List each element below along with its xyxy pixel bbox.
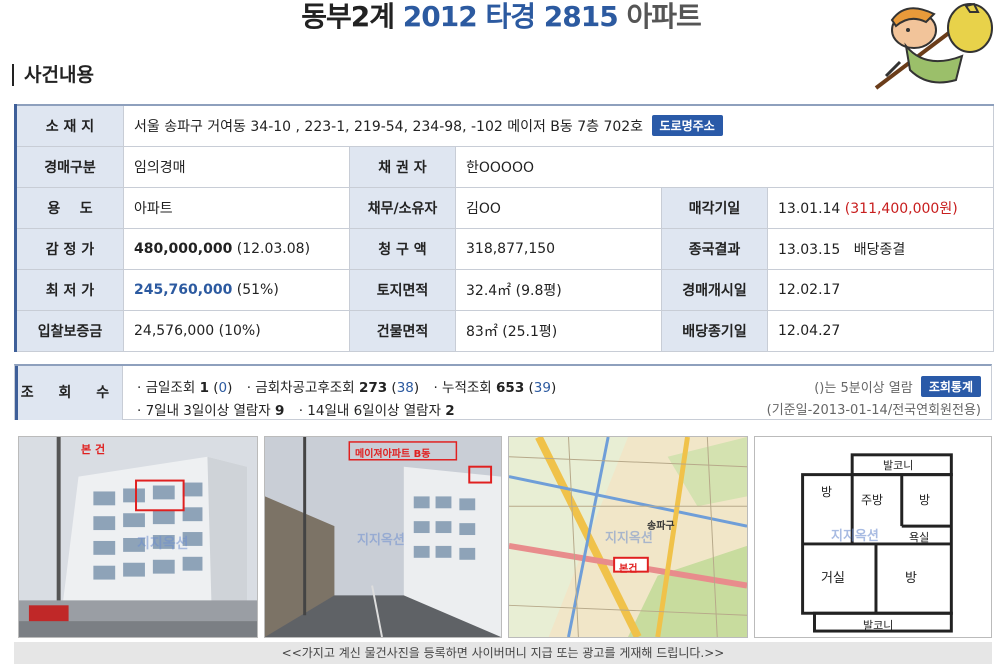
week-viewers: · 7일내 3일이상 열람자 9: [137, 403, 284, 419]
usage-label: 용 도: [14, 186, 124, 229]
view-stats-line-2: · 7일내 3일이상 열람자 9 · 14일내 6일이상 열람자 2: [137, 399, 465, 419]
traveler-mascot-icon: [866, 0, 994, 92]
sale-date-cell: 13.01.14 (311,400,000원): [766, 186, 995, 229]
dividend-deadline-value: 12.04.27: [766, 309, 995, 352]
minimum-price-cell: 245,760,000 (51%): [123, 268, 350, 311]
watermark-logo: 지지옥션: [137, 536, 189, 552]
after-notice-views: · 금회차공고후조회 273 (38): [246, 380, 420, 396]
table-row: 용 도 아파트 채무/소유자 김OO 매각기일 13.01.14 (311,40…: [14, 186, 995, 229]
photo2-label: 메이져아파트 B동: [355, 449, 431, 460]
auction-type-value: 임의경매: [123, 145, 350, 188]
map-label: 본건: [619, 564, 638, 575]
land-area-value: 32.4㎡ (9.8평): [455, 268, 662, 311]
debtor-value: 김OO: [455, 186, 662, 229]
view-note-row: ()는 5분이상 열람 조회통계: [814, 376, 981, 397]
after-notice-count: 273: [358, 380, 388, 396]
minimum-price-label: 최 저 가: [14, 268, 124, 311]
photo-upload-notice[interactable]: <<가지고 계신 물건사진을 등록하면 사이버머니 지급 또는 광고를 게재해 …: [14, 642, 992, 664]
case-info-table: 소 재 지 서울 송파구 거여동 34-10 , 223-1, 219-54, …: [14, 104, 995, 352]
final-result-value: 13.03.15 배당종결: [766, 227, 995, 270]
twoweek-viewers-label: · 14일내 6일이상 열람자: [298, 403, 441, 419]
floor-balcony-top: 발코니: [883, 459, 914, 472]
total-views-count: 653: [496, 380, 525, 396]
total-views-sub: 39: [533, 380, 551, 396]
twoweek-viewers: · 14일내 6일이상 열람자 2: [299, 403, 455, 419]
floor-room-2: 방: [919, 493, 931, 507]
appraisal-cell: 480,000,000 (12.03.08): [123, 227, 350, 270]
appraisal-amount: 480,000,000: [134, 240, 233, 257]
building-photo-2[interactable]: 메이져아파트 B동 지지옥션: [264, 436, 502, 638]
floor-kitchen: 주방: [861, 493, 884, 507]
location-label: 소 재 지: [14, 104, 124, 147]
dividend-deadline-label: 배당종기일: [661, 309, 768, 352]
claim-label: 청 구 액: [349, 227, 456, 270]
photo-gallery: 본 건 지지옥션 메이져아파트 B동 지지옥션 본건 송파구 지지옥션 발코니 …: [18, 436, 992, 638]
floor-living: 거실: [821, 571, 845, 586]
sale-price-value: (311,400,000원): [844, 200, 958, 217]
view-count-panel: 조 회 수 · 금일조회 1 (0) · 금회차공고후조회 273 (38) ·…: [14, 364, 992, 420]
twoweek-viewers-count: 2: [445, 403, 455, 419]
court-name: 동부2계: [301, 0, 395, 33]
start-date-label: 경매개시일: [661, 268, 768, 311]
table-row: 감 정 가 480,000,000 (12.03.08) 청 구 액 318,8…: [14, 227, 995, 270]
section-title: 사건내용: [12, 64, 94, 86]
sale-date-label: 매각기일: [661, 186, 768, 229]
creditor-value: 한OOOOO: [454, 145, 995, 188]
total-views-label: · 누적조회: [433, 380, 492, 396]
table-row: 경매구분 임의경매 채 권 자 한OOOOO: [14, 145, 995, 188]
building-area-label: 건물면적: [349, 309, 456, 352]
view-count-label: 조 회 수: [15, 366, 123, 420]
appraisal-label: 감 정 가: [14, 227, 124, 270]
floor-balcony-bottom: 발코니: [863, 619, 894, 632]
today-views-count: 1: [199, 380, 209, 396]
usage-value: 아파트: [123, 186, 350, 229]
debtor-label: 채무/소유자: [349, 186, 456, 229]
appraisal-date: (12.03.08): [236, 240, 311, 257]
location-map[interactable]: 본건 송파구 지지옥션: [508, 436, 748, 638]
page-title: 동부2계 2012 타경 2815 아파트: [0, 0, 1002, 34]
claim-value: 318,877,150: [455, 227, 662, 270]
after-notice-sub: 38: [396, 380, 414, 396]
week-viewers-label: · 7일내 3일이상 열람자: [137, 403, 271, 419]
watermark-logo: 지지옥션: [357, 533, 405, 548]
floor-plan[interactable]: 발코니 방 주방 방 욕실 지지옥션 거실 방 발코니: [754, 436, 992, 638]
table-row: 최 저 가 245,760,000 (51%) 토지면적 32.4㎡ (9.8평…: [14, 268, 995, 311]
photo1-label: 본 건: [81, 443, 106, 456]
deposit-value: 24,576,000 (10%): [123, 309, 350, 352]
property-type: 아파트: [626, 0, 701, 33]
case-number: 2012 타경 2815: [402, 0, 619, 33]
road-address-button[interactable]: 도로명주소: [651, 115, 723, 137]
location-value: 서울 송파구 거여동 34-10 , 223-1, 219-54, 234-98…: [134, 119, 644, 136]
total-views: · 누적조회 653 (39): [433, 380, 557, 396]
building-photo-1[interactable]: 본 건 지지옥션: [18, 436, 258, 638]
auction-type-label: 경매구분: [14, 145, 124, 188]
minimum-price-amount: 245,760,000: [134, 281, 233, 298]
stats-button[interactable]: 조회통계: [920, 376, 981, 397]
watermark-logo: 지지옥션: [831, 529, 879, 544]
creditor-label: 채 권 자: [349, 145, 456, 188]
building-area-value: 83㎡ (25.1평): [455, 309, 662, 352]
floor-bath: 욕실: [909, 531, 930, 544]
view-note: ()는 5분이상 열람: [814, 381, 913, 396]
final-result-label: 종국결과: [661, 227, 768, 270]
today-views-sub: 0: [218, 380, 228, 396]
table-row: 입찰보증금 24,576,000 (10%) 건물면적 83㎡ (25.1평) …: [14, 309, 995, 352]
week-viewers-count: 9: [275, 403, 285, 419]
today-views-label: · 금일조회: [137, 380, 196, 396]
after-notice-label: · 금회차공고후조회: [246, 380, 355, 396]
today-views: · 금일조회 1 (0): [137, 380, 233, 396]
start-date-value: 12.02.17: [766, 268, 995, 311]
location-cell: 서울 송파구 거여동 34-10 , 223-1, 219-54, 234-98…: [122, 104, 995, 147]
table-row: 소 재 지 서울 송파구 거여동 34-10 , 223-1, 219-54, …: [14, 104, 995, 147]
floor-room-3: 방: [905, 571, 917, 586]
minimum-price-pct: (51%): [236, 281, 279, 298]
floor-room-1: 방: [821, 485, 833, 499]
view-stats-line-1: · 금일조회 1 (0) · 금회차공고후조회 273 (38) · 누적조회 …: [137, 376, 566, 396]
land-area-label: 토지면적: [349, 268, 456, 311]
watermark-logo: 지지옥션: [605, 531, 653, 546]
sale-date-value: 13.01.14: [778, 200, 841, 217]
deposit-label: 입찰보증금: [14, 309, 124, 352]
view-basis: (기준일-2013-01-14/전국연회원전용): [766, 403, 981, 418]
